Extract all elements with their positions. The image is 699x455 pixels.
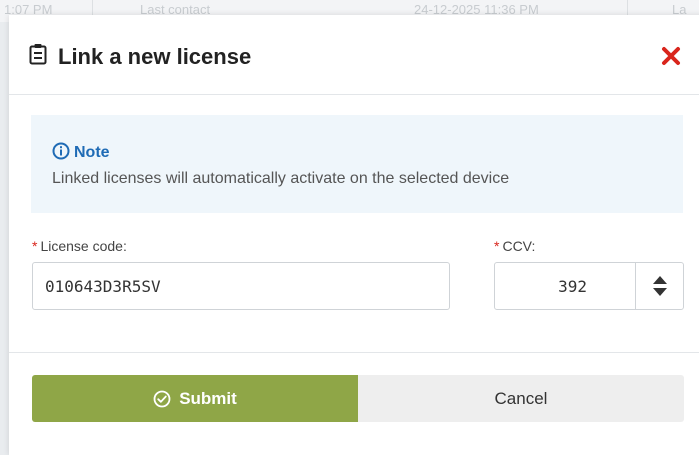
- up-down-caret-icon: [653, 276, 667, 296]
- ccv-stepper[interactable]: [635, 263, 683, 309]
- note-title-row: Note: [52, 142, 110, 162]
- dialog-header: Link a new license: [9, 15, 699, 95]
- license-code-label-text: License code:: [40, 238, 127, 254]
- note-text: Linked licenses will automatically activ…: [52, 170, 510, 187]
- required-mark: *: [494, 238, 500, 254]
- check-circle-icon: [153, 390, 171, 407]
- note-box: Note Linked licenses will automatically …: [31, 115, 683, 213]
- ccv-label: * CCV:: [494, 238, 535, 254]
- required-mark: *: [32, 238, 38, 254]
- ccv-label-text: CCV:: [502, 238, 536, 254]
- submit-button[interactable]: Submit: [32, 375, 358, 422]
- clipboard-icon: [29, 44, 47, 65]
- cancel-label: Cancel: [494, 388, 548, 408]
- note-title: Note: [74, 144, 110, 161]
- cancel-button[interactable]: Cancel: [358, 375, 684, 422]
- license-code-label: * License code:: [32, 238, 127, 254]
- ccv-field: [494, 262, 684, 310]
- close-icon[interactable]: [660, 45, 682, 67]
- dialog-title: Link a new license: [58, 44, 252, 69]
- ccv-input[interactable]: [495, 263, 635, 309]
- license-code-input[interactable]: [32, 262, 450, 310]
- link-license-dialog: Link a new license Note Linked licenses …: [9, 15, 699, 455]
- info-icon: [52, 142, 70, 160]
- footer-divider: [9, 352, 699, 353]
- submit-label: Submit: [179, 388, 237, 408]
